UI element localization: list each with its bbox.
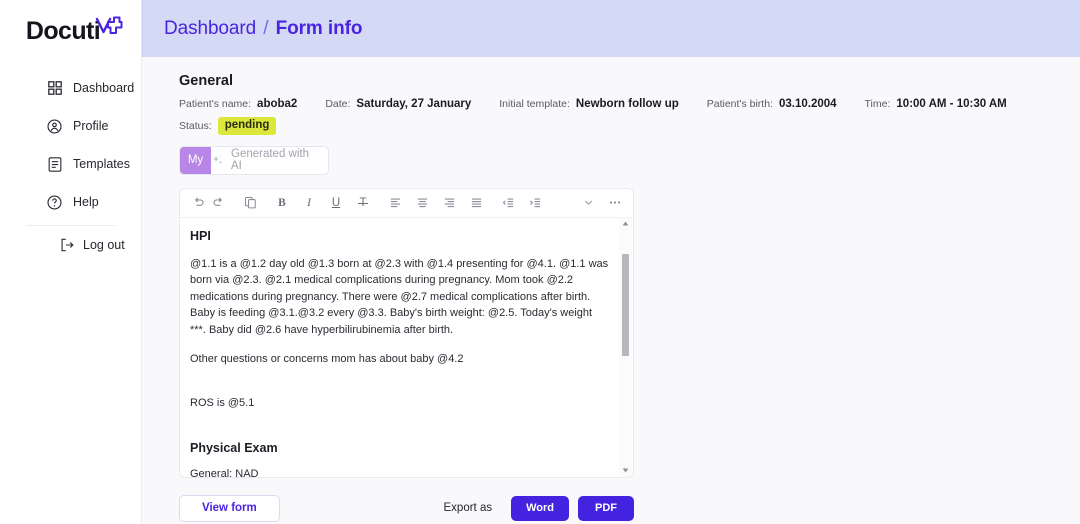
patient-birth-value: 03.10.2004 bbox=[778, 98, 837, 110]
scroll-down-arrow-icon[interactable] bbox=[619, 465, 632, 477]
editor-scrollbar[interactable] bbox=[619, 217, 632, 477]
sidebar-item-templates[interactable]: Templates bbox=[0, 149, 142, 179]
breadcrumb-separator: / bbox=[263, 17, 269, 39]
tab-my[interactable]: My bbox=[180, 146, 211, 174]
patient-name-label: Patient's name: bbox=[179, 98, 252, 110]
app-root: Docuti Dashboard Profile Templates Help … bbox=[0, 0, 1080, 524]
patient-name-value: aboba2 bbox=[257, 98, 298, 110]
form-info-panel: General Patient's name: aboba2 Date: Sat… bbox=[142, 57, 1080, 524]
date-label: Date: bbox=[325, 98, 351, 110]
logout-label: Log out bbox=[83, 238, 125, 252]
breadcrumb: Dashboard / Form info bbox=[164, 18, 362, 40]
more-options-icon[interactable] bbox=[605, 193, 625, 213]
logout-button[interactable]: Log out bbox=[0, 232, 142, 258]
align-right-icon[interactable] bbox=[439, 193, 459, 213]
grid-icon bbox=[47, 81, 62, 96]
sidebar-item-label: Help bbox=[73, 194, 99, 209]
bold-icon[interactable]: B bbox=[272, 193, 292, 213]
chevron-down-icon[interactable] bbox=[578, 193, 598, 213]
redo-icon[interactable] bbox=[208, 193, 228, 213]
logo-wordmark: Docuti bbox=[25, 16, 101, 45]
page-title: General bbox=[179, 73, 233, 89]
clear-format-icon[interactable]: T bbox=[353, 193, 373, 213]
initial-template-value: Newborn follow up bbox=[575, 98, 679, 110]
export-word-button[interactable]: Word bbox=[511, 495, 569, 521]
tab-ai-label: Generated with AI bbox=[231, 148, 309, 173]
editor-footer: View form Export as Word PDF bbox=[179, 494, 634, 522]
editor-toolbar: B I U T bbox=[180, 188, 633, 218]
sidebar-divider bbox=[27, 225, 115, 226]
sidebar-item-label: Templates bbox=[73, 156, 130, 171]
doc-paragraph-other: Other questions or concerns mom has abou… bbox=[190, 353, 464, 366]
align-left-icon[interactable] bbox=[385, 193, 405, 213]
tab-my-label: My bbox=[187, 154, 204, 167]
question-circle-icon bbox=[47, 194, 62, 210]
undo-icon[interactable] bbox=[188, 193, 208, 213]
sidebar-nav: Dashboard Profile Templates Help Log out bbox=[0, 73, 142, 258]
patient-birth-label: Patient's birth: bbox=[706, 98, 773, 110]
source-tabs: My Generated with AI bbox=[179, 145, 329, 175]
logo-cross-icon bbox=[94, 15, 124, 48]
sidebar-item-label: Dashboard bbox=[73, 80, 135, 95]
patient-meta-row: Patient's name: aboba2 Date: Saturday, 2… bbox=[179, 98, 1080, 110]
user-circle-icon bbox=[47, 118, 62, 134]
indent-increase-icon[interactable] bbox=[525, 193, 545, 213]
date-value: Saturday, 27 January bbox=[356, 98, 472, 110]
editor-body-wrap: HPI @1.1 is a @1.2 day old @1.3 born at … bbox=[180, 217, 633, 477]
align-center-icon[interactable] bbox=[412, 193, 432, 213]
bold-glyph: B bbox=[278, 196, 286, 209]
sidebar-item-dashboard[interactable]: Dashboard bbox=[0, 73, 142, 103]
doc-pe-general: General: NAD bbox=[190, 468, 259, 477]
doc-paragraph-hpi: @1.1 is a @1.2 day old @1.3 born at @2.3… bbox=[190, 257, 609, 336]
editor-body[interactable]: HPI @1.1 is a @1.2 day old @1.3 born at … bbox=[180, 218, 633, 477]
underline-icon[interactable]: U bbox=[326, 193, 346, 213]
main-area: Dashboard / Form info General Patient's … bbox=[142, 0, 1080, 524]
doc-heading-physical-exam: Physical Exam bbox=[190, 441, 278, 456]
sparkle-icon bbox=[211, 154, 224, 167]
breadcrumb-parent[interactable]: Dashboard bbox=[164, 18, 256, 39]
brand-logo[interactable]: Docuti bbox=[0, 6, 142, 56]
underline-glyph: U bbox=[331, 196, 341, 209]
status-row: Status: pending bbox=[179, 117, 1080, 135]
sidebar-item-label: Profile bbox=[73, 118, 109, 133]
time-value: 10:00 AM - 10:30 AM bbox=[896, 98, 1007, 110]
time-label: Time: bbox=[864, 98, 891, 110]
italic-glyph: I bbox=[307, 195, 311, 210]
logo-text: Docuti bbox=[26, 14, 124, 48]
topbar: Dashboard / Form info bbox=[142, 0, 1080, 57]
note-editor: B I U T HPI @1.1 is a @1.2 day old @1.3 … bbox=[179, 187, 634, 478]
export-as-label: Export as bbox=[443, 502, 493, 515]
tab-generated-with-ai[interactable]: Generated with AI bbox=[211, 147, 328, 174]
italic-icon[interactable]: I bbox=[299, 193, 319, 213]
indent-decrease-icon[interactable] bbox=[498, 193, 518, 213]
align-justify-icon[interactable] bbox=[466, 193, 486, 213]
status-label: Status: bbox=[179, 119, 212, 132]
view-form-button[interactable]: View form bbox=[179, 494, 280, 522]
doc-heading-hpi: HPI bbox=[190, 228, 211, 243]
initial-template-label: Initial template: bbox=[499, 98, 570, 110]
scrollbar-thumb[interactable] bbox=[622, 253, 629, 356]
logout-icon bbox=[60, 238, 74, 252]
breadcrumb-current: Form info bbox=[275, 17, 363, 39]
sidebar: Docuti Dashboard Profile Templates Help … bbox=[0, 0, 142, 524]
sidebar-item-help[interactable]: Help bbox=[0, 187, 142, 217]
clear-format-glyph: T bbox=[358, 196, 368, 209]
export-pdf-button[interactable]: PDF bbox=[578, 495, 634, 521]
copy-icon[interactable] bbox=[240, 193, 260, 213]
status-badge: pending bbox=[217, 117, 277, 135]
scroll-up-arrow-icon[interactable] bbox=[619, 218, 632, 230]
doc-paragraph-ros: ROS is @5.1 bbox=[190, 396, 255, 409]
sidebar-item-profile[interactable]: Profile bbox=[0, 111, 142, 141]
document-list-icon bbox=[47, 156, 62, 172]
